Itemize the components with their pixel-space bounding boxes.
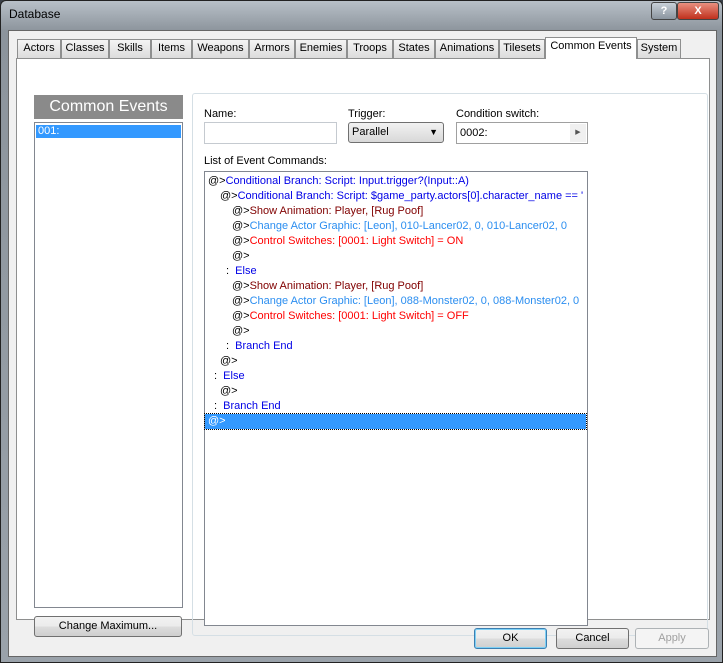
command-row[interactable]: : Branch End xyxy=(205,399,586,414)
common-events-list[interactable]: 001: xyxy=(34,122,183,608)
tab-tilesets[interactable]: Tilesets xyxy=(499,39,545,58)
command-prefix: @> xyxy=(232,295,250,307)
chevron-down-icon: ▼ xyxy=(429,127,438,137)
command-text: Branch End xyxy=(235,340,293,352)
command-row[interactable]: @>Control Switches: [0001: Light Switch]… xyxy=(205,309,586,324)
window-title: Database xyxy=(9,7,61,21)
name-label: Name: xyxy=(204,108,237,120)
command-prefix: @> xyxy=(208,175,226,187)
command-prefix: : xyxy=(214,400,224,412)
command-text: Control Switches: [0001: Light Switch] =… xyxy=(249,235,464,247)
name-input[interactable] xyxy=(204,122,337,144)
command-text: Conditional Branch: Script: $game_party.… xyxy=(237,190,584,202)
trigger-value: Parallel xyxy=(352,126,389,138)
command-text: Show Animation: Player, [Rug Poof] xyxy=(249,280,424,292)
list-item[interactable]: 001: xyxy=(36,125,181,138)
command-prefix: : xyxy=(226,340,236,352)
command-row[interactable]: : Else xyxy=(205,369,586,384)
command-text: Show Animation: Player, [Rug Poof] xyxy=(249,205,424,217)
command-prefix: @> xyxy=(208,415,226,427)
command-row[interactable]: : Branch End xyxy=(205,339,586,354)
tab-enemies[interactable]: Enemies xyxy=(295,39,347,58)
command-row[interactable]: : Else xyxy=(205,264,586,279)
tab-armors[interactable]: Armors xyxy=(249,39,295,58)
cancel-button[interactable]: Cancel xyxy=(556,628,629,649)
command-row[interactable]: @>Conditional Branch: Script: $game_part… xyxy=(205,189,586,204)
command-prefix: @> xyxy=(232,280,250,292)
event-commands-list[interactable]: @>Conditional Branch: Script: Input.trig… xyxy=(204,171,588,626)
command-row[interactable]: @> xyxy=(205,384,586,399)
command-text: Conditional Branch: Script: Input.trigge… xyxy=(225,175,469,187)
ok-button[interactable]: OK xyxy=(474,628,547,649)
command-prefix: : xyxy=(226,265,236,277)
condition-switch-value: 0002: xyxy=(460,127,488,139)
command-text: Else xyxy=(235,265,257,277)
command-row[interactable]: @>Show Animation: Player, [Rug Poof] xyxy=(205,279,586,294)
command-prefix: @> xyxy=(232,220,250,232)
command-text: Change Actor Graphic: [Leon], 010-Lancer… xyxy=(249,220,567,232)
close-button[interactable]: X xyxy=(677,2,719,20)
tab-skills[interactable]: Skills xyxy=(109,39,151,58)
command-text: Branch End xyxy=(223,400,281,412)
trigger-select[interactable]: Parallel ▼ xyxy=(348,122,444,143)
command-text: Change Actor Graphic: [Leon], 088-Monste… xyxy=(249,295,580,307)
tab-actors[interactable]: Actors xyxy=(17,39,61,58)
tab-weapons[interactable]: Weapons xyxy=(192,39,249,58)
client-area: Actors Classes Skills Items Weapons Armors Ene… xyxy=(8,30,717,657)
tab-troops[interactable]: Troops xyxy=(347,39,393,58)
database-window: Database ? X Actors Classes Skills Items Wea… xyxy=(0,0,723,663)
command-prefix: @> xyxy=(232,205,250,217)
command-row[interactable]: @>Change Actor Graphic: [Leon], 088-Mons… xyxy=(205,294,586,309)
tab-panel: Common Events 001: Change Maximum... Nam… xyxy=(16,58,710,637)
command-prefix: @> xyxy=(220,190,238,202)
change-maximum-button[interactable]: Change Maximum... xyxy=(34,616,182,637)
list-header: Common Events xyxy=(34,95,183,119)
apply-button[interactable]: Apply xyxy=(635,628,709,649)
command-row[interactable]: @>Control Switches: [0001: Light Switch]… xyxy=(205,234,586,249)
command-row[interactable]: @> xyxy=(205,354,586,369)
tab-animations[interactable]: Animations xyxy=(435,39,499,58)
trigger-label: Trigger: xyxy=(348,108,386,120)
command-prefix: @> xyxy=(232,310,250,322)
command-prefix: @> xyxy=(220,385,238,397)
help-button[interactable]: ? xyxy=(651,2,677,20)
tab-system[interactable]: System xyxy=(637,39,681,58)
command-prefix: @> xyxy=(220,355,238,367)
condition-switch-field[interactable]: 0002: ▶ xyxy=(456,122,588,144)
command-row[interactable]: @>Show Animation: Player, [Rug Poof] xyxy=(205,204,586,219)
tab-classes[interactable]: Classes xyxy=(61,39,109,58)
commands-label: List of Event Commands: xyxy=(204,155,327,167)
command-row[interactable]: @> xyxy=(204,413,587,430)
command-prefix: : xyxy=(214,370,224,382)
command-prefix: @> xyxy=(232,235,250,247)
command-prefix: @> xyxy=(232,325,250,337)
command-row[interactable]: @>Conditional Branch: Script: Input.trig… xyxy=(205,174,586,189)
command-text: Control Switches: [0001: Light Switch] =… xyxy=(249,310,469,322)
command-row[interactable]: @> xyxy=(205,324,586,339)
tab-items[interactable]: Items xyxy=(151,39,192,58)
condition-switch-label: Condition switch: xyxy=(456,108,540,120)
command-row[interactable]: @>Change Actor Graphic: [Leon], 010-Lanc… xyxy=(205,219,586,234)
tab-states[interactable]: States xyxy=(393,39,435,58)
command-text: Else xyxy=(223,370,245,382)
command-row[interactable]: @> xyxy=(205,249,586,264)
command-prefix: @> xyxy=(232,250,250,262)
tab-common-events[interactable]: Common Events xyxy=(545,37,637,59)
arrow-right-icon[interactable]: ▶ xyxy=(570,124,586,142)
